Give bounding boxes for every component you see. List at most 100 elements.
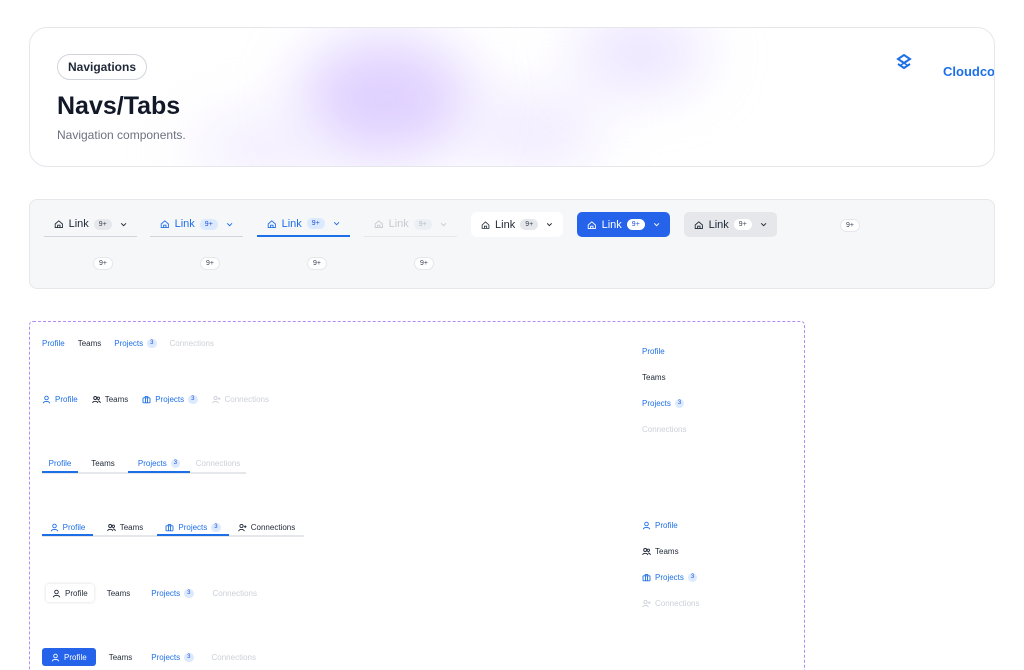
tab-connections[interactable]: Connections bbox=[642, 416, 686, 442]
link-variants-panel: Link 9+ Link 9+ Link 9+ Link 9+ Link 9+ bbox=[29, 199, 995, 289]
tab-teams[interactable]: Teams bbox=[78, 337, 102, 349]
nav-link-label: Link bbox=[281, 217, 302, 230]
nav-link-label: Link bbox=[708, 218, 729, 231]
tab-profile[interactable]: Profile bbox=[42, 457, 78, 473]
page-title: Navs/Tabs bbox=[57, 92, 181, 120]
category-chip[interactable]: Navigations bbox=[57, 54, 148, 80]
count-badge: 3 bbox=[674, 398, 685, 408]
count-badge: 9+ bbox=[199, 218, 218, 230]
tab-profile[interactable]: Profile bbox=[642, 338, 686, 364]
nav-link-underline-disabled[interactable]: Link 9+ bbox=[364, 212, 457, 237]
tab-teams[interactable]: Teams bbox=[642, 364, 686, 390]
nav-link-primary[interactable]: Link 9+ bbox=[577, 212, 670, 237]
count-badge: 9+ bbox=[520, 219, 539, 230]
home-icon bbox=[587, 220, 596, 229]
user-icon bbox=[642, 521, 651, 530]
tab-profile[interactable]: Profile bbox=[42, 337, 65, 349]
count-badge: 9+ bbox=[306, 218, 325, 229]
tab-profile[interactable]: Profile bbox=[46, 584, 94, 602]
nav-link-white[interactable]: Link 9+ bbox=[471, 212, 563, 237]
home-icon bbox=[481, 220, 490, 229]
tab-projects[interactable]: Projects 3 bbox=[142, 393, 198, 405]
tab-connections[interactable]: Connections bbox=[212, 648, 256, 666]
brand-name: Cloudcon bbox=[943, 64, 995, 79]
count-badge: 9+ bbox=[733, 219, 752, 230]
nav-link-underline-active[interactable]: Link 9+ bbox=[257, 212, 350, 237]
lone-badge: 9+ bbox=[307, 257, 327, 270]
briefcase-icon bbox=[642, 573, 651, 581]
nav-link-gray[interactable]: Link 9+ bbox=[684, 212, 777, 237]
nav-link-label: Link bbox=[68, 218, 89, 230]
tab-row-filled: Profile Teams Projects 3 Connections bbox=[42, 648, 256, 666]
tab-connections[interactable]: Connections bbox=[642, 590, 699, 616]
count-badge: 9+ bbox=[93, 218, 112, 230]
home-icon bbox=[374, 220, 383, 229]
home-icon bbox=[160, 220, 169, 229]
home-icon bbox=[694, 220, 703, 229]
tab-profile[interactable]: Profile bbox=[42, 393, 78, 405]
count-badge: 3 bbox=[147, 338, 157, 348]
tab-connections[interactable]: Connections bbox=[213, 584, 257, 602]
tab-projects[interactable]: Projects 3 bbox=[642, 564, 699, 590]
lone-badge: 9+ bbox=[93, 257, 113, 270]
tab-projects[interactable]: Projects 3 bbox=[157, 520, 229, 536]
nav-link-label: Link bbox=[601, 218, 622, 231]
count-badge: 3 bbox=[188, 394, 198, 404]
tab-teams[interactable]: Teams bbox=[91, 393, 128, 405]
briefcase-icon bbox=[165, 523, 174, 531]
tab-profile[interactable]: Profile bbox=[642, 512, 699, 538]
chevron-down-icon bbox=[760, 222, 767, 227]
nav-link-underline-hover[interactable]: Link 9+ bbox=[150, 212, 243, 237]
user-plus-icon bbox=[211, 395, 220, 403]
cloudcon-logo-icon bbox=[896, 54, 912, 70]
tab-teams[interactable]: Teams bbox=[107, 584, 131, 602]
lone-badge: 9+ bbox=[840, 219, 860, 232]
chevron-down-icon bbox=[226, 222, 233, 226]
home-icon bbox=[267, 219, 276, 228]
tab-row-underline: Profile Teams Projects 3 Connections bbox=[42, 456, 246, 474]
tab-row-plain: Profile Teams Projects 3 Connections bbox=[42, 337, 214, 349]
users-icon bbox=[91, 395, 101, 403]
count-badge: 3 bbox=[184, 588, 194, 598]
count-badge: 3 bbox=[184, 652, 194, 662]
tab-teams[interactable]: Teams bbox=[109, 648, 133, 666]
tab-connections[interactable]: Connections bbox=[211, 393, 269, 405]
page: Navigations Navs/Tabs Navigation compone… bbox=[0, 0, 1024, 670]
tab-variants-area: Profile Teams Projects 3 Connections Prof… bbox=[29, 321, 805, 670]
briefcase-icon bbox=[142, 395, 151, 403]
tab-teams[interactable]: Teams bbox=[78, 456, 128, 472]
tab-profile[interactable]: Profile bbox=[42, 648, 96, 666]
tab-row-underline-icons: Profile Teams Projects 3 Connections bbox=[42, 519, 304, 537]
tab-projects[interactable]: Projects 3 bbox=[114, 337, 157, 349]
count-badge: 3 bbox=[170, 458, 181, 468]
chevron-down-icon bbox=[653, 222, 660, 227]
chevron-down-icon bbox=[120, 222, 127, 226]
home-icon bbox=[54, 220, 63, 229]
lone-badge: 9+ bbox=[200, 257, 220, 270]
tab-projects[interactable]: Projects 3 bbox=[642, 390, 686, 416]
vertical-tabs-icons: Profile Teams Projects 3 Connections bbox=[642, 512, 699, 616]
tab-connections[interactable]: Connections bbox=[229, 519, 304, 535]
tab-teams[interactable]: Teams bbox=[642, 538, 699, 564]
hero-card: Navigations Navs/Tabs Navigation compone… bbox=[29, 27, 995, 167]
lone-badge: 9+ bbox=[414, 257, 434, 270]
user-icon bbox=[51, 653, 60, 662]
nav-link-label: Link bbox=[174, 218, 195, 230]
tab-projects[interactable]: Projects 3 bbox=[151, 584, 194, 602]
tab-teams[interactable]: Teams bbox=[93, 519, 157, 535]
user-icon bbox=[52, 589, 61, 598]
tab-connections[interactable]: Connections bbox=[170, 337, 214, 349]
nav-link-underline-default[interactable]: Link 9+ bbox=[44, 212, 137, 237]
tab-connections[interactable]: Connections bbox=[190, 456, 246, 472]
count-badge: 9+ bbox=[413, 218, 432, 230]
users-icon bbox=[106, 523, 116, 531]
tab-projects[interactable]: Projects 3 bbox=[128, 457, 190, 473]
user-plus-icon bbox=[237, 523, 247, 531]
count-badge: 3 bbox=[687, 572, 698, 582]
user-icon bbox=[50, 523, 58, 532]
tab-projects[interactable]: Projects 3 bbox=[151, 648, 194, 666]
count-badge: 3 bbox=[211, 522, 221, 532]
tab-row-icons: Profile Teams Projects 3 Connections bbox=[42, 393, 269, 405]
tab-profile[interactable]: Profile bbox=[42, 520, 93, 536]
chevron-down-icon bbox=[333, 221, 340, 226]
